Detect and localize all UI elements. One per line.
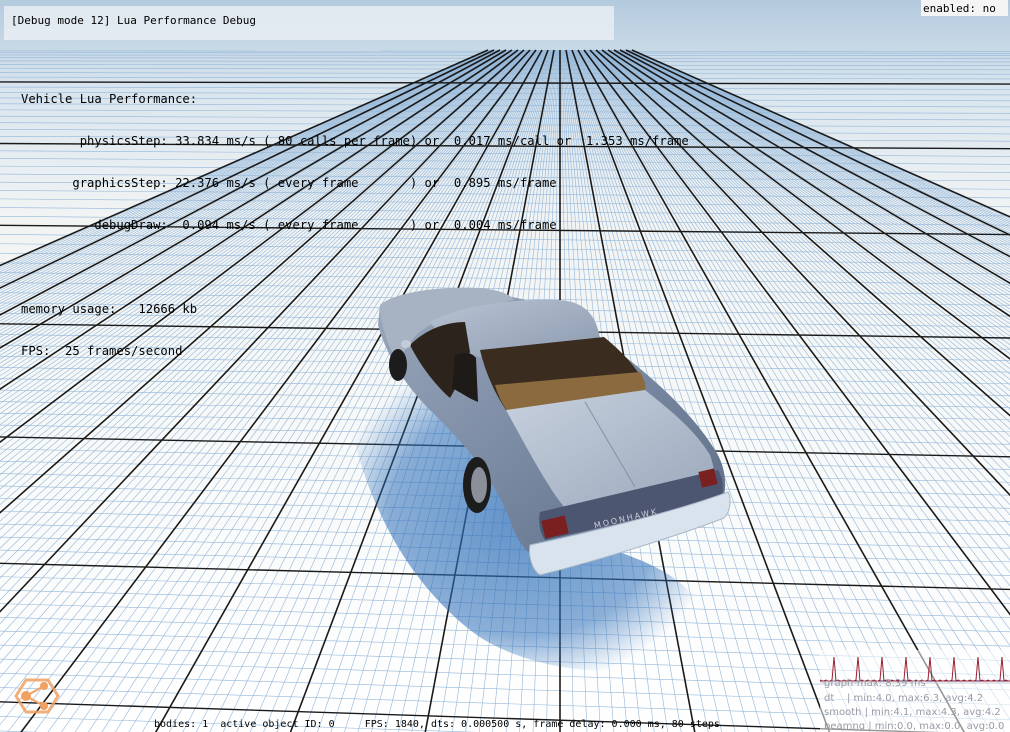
perf-graphics-step: graphicsStep: 22.376 ms/s ( every frame … [21, 176, 557, 190]
lua-performance-panel: Vehicle Lua Performance: physicsStep: 33… [21, 64, 689, 386]
debug-title-bar: [Debug mode 12] Lua Performance Debug [4, 6, 614, 40]
frame-time-graph-panel: graph-max: 8.39 ms dt | min:4.0, max:6.3… [820, 650, 1010, 732]
perf-physics-step: physicsStep: 33.834 ms/s ( 80 calls per … [21, 134, 689, 148]
perf-fps: FPS: 25 frames/second [21, 344, 183, 358]
perf-debug-draw: debugDraw: 0.094 ms/s ( every frame ) or… [21, 218, 557, 232]
perf-memory-usage: memory usage: 12666 kb [21, 302, 198, 316]
debug-title-text: [Debug mode 12] Lua Performance Debug [11, 14, 257, 27]
game-viewport[interactable]: MOONHAWK [Debug mode 12] Lua Performance… [0, 0, 1010, 732]
graph-beamng-stats: beamng | min:0.0, max:0.0, avg:0.0 [824, 721, 1005, 732]
engine-status-bar: bodies: 1 active object ID: 0 FPS: 1840,… [154, 719, 720, 730]
beamng-logo-icon [14, 678, 60, 714]
enabled-status-text[interactable]: enabled: no [923, 2, 996, 15]
car-wheel-rear-hub [471, 467, 487, 503]
graph-dt-stats: dt | min:4.0, max:6.3, avg:4.2 [824, 693, 984, 704]
perf-header: Vehicle Lua Performance: [21, 92, 198, 106]
perf-spacer [21, 260, 689, 274]
graph-max-label: graph-max: 8.39 ms [824, 678, 926, 689]
graph-smooth-stats: smooth | min:4.1, max:4.3, avg:4.2 [824, 707, 1001, 718]
